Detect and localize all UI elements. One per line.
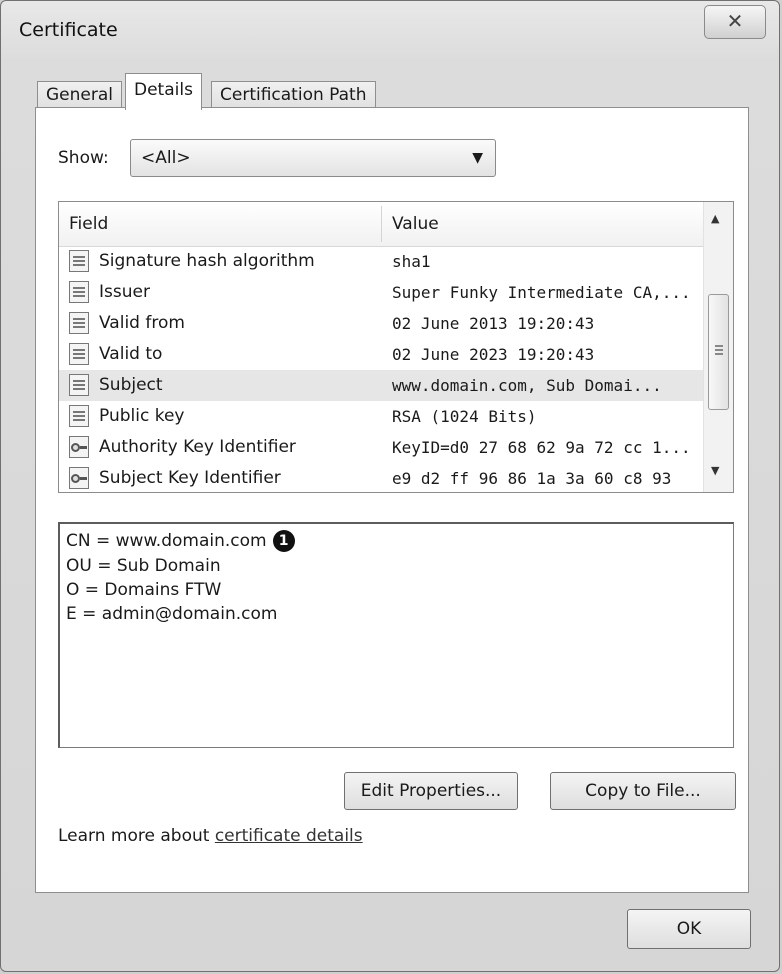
detail-line-text: CN = www.domain.com xyxy=(66,531,267,551)
close-icon: ✕ xyxy=(726,9,744,33)
list-row[interactable]: Public key RSA (1024 Bits) xyxy=(59,401,704,432)
row-field: Issuer xyxy=(99,282,150,302)
row-field: Public key xyxy=(99,406,185,426)
row-value: www.domain.com, Sub Domai... xyxy=(392,376,662,395)
row-value: Super Funky Intermediate CA,... xyxy=(392,283,691,302)
row-field: Valid from xyxy=(99,313,185,333)
certificate-field-icon xyxy=(69,281,89,303)
certificate-field-icon xyxy=(69,405,89,427)
list-row[interactable]: Signature hash algorithm sha1 xyxy=(59,246,704,277)
tab-general[interactable]: General xyxy=(37,81,122,109)
row-field: Subject xyxy=(99,375,163,395)
row-value: 02 June 2013 19:20:43 xyxy=(392,314,595,333)
scroll-up-icon[interactable]: ▲ xyxy=(711,212,719,225)
tab-certification-path[interactable]: Certification Path xyxy=(211,81,376,109)
ok-button[interactable]: OK xyxy=(627,909,751,949)
window-title: Certificate xyxy=(19,19,118,41)
certificate-field-icon xyxy=(69,312,89,334)
list-row[interactable]: Issuer Super Funky Intermediate CA,... xyxy=(59,277,704,308)
detail-line: CN = www.domain.com 1 xyxy=(66,530,295,552)
show-dropdown[interactable]: <All> ▼ xyxy=(130,139,496,177)
show-label: Show: xyxy=(58,148,109,168)
key-identifier-icon xyxy=(69,467,89,489)
detail-line: E = admin@domain.com xyxy=(66,604,278,624)
list-header: Field Value xyxy=(59,202,704,247)
column-divider[interactable] xyxy=(381,206,382,242)
list-row-selected[interactable]: Subject www.domain.com, Sub Domai... xyxy=(59,370,704,401)
details-panel: Show: <All> ▼ Field Value Signature hash… xyxy=(35,107,749,893)
copy-to-file-button[interactable]: Copy to File... xyxy=(550,772,736,810)
certificate-field-icon xyxy=(69,250,89,272)
scroll-thumb[interactable] xyxy=(708,294,729,410)
fields-listbox[interactable]: Field Value Signature hash algorithm sha… xyxy=(58,201,734,493)
row-field: Valid to xyxy=(99,344,163,364)
edit-properties-button[interactable]: Edit Properties... xyxy=(344,772,518,810)
list-row[interactable]: Subject Key Identifier e9 d2 ff 96 86 1a… xyxy=(59,463,704,492)
vertical-scrollbar[interactable]: ▲ ▼ xyxy=(703,202,733,492)
row-field: Authority Key Identifier xyxy=(99,437,296,457)
certificate-field-icon xyxy=(69,343,89,365)
column-header-field[interactable]: Field xyxy=(69,214,108,234)
row-value: RSA (1024 Bits) xyxy=(392,407,537,426)
grip-icon xyxy=(715,345,723,347)
certificate-details-link[interactable]: certificate details xyxy=(215,826,363,846)
row-value: sha1 xyxy=(392,252,431,271)
callout-marker: 1 xyxy=(272,530,295,552)
tab-details[interactable]: Details xyxy=(125,73,202,110)
key-identifier-icon xyxy=(69,436,89,458)
certificate-field-icon xyxy=(69,374,89,396)
close-button[interactable]: ✕ xyxy=(704,5,766,39)
detail-line: O = Domains FTW xyxy=(66,580,222,600)
detail-line: OU = Sub Domain xyxy=(66,556,221,576)
row-value: 02 June 2023 19:20:43 xyxy=(392,345,595,364)
list-row[interactable]: Valid from 02 June 2013 19:20:43 xyxy=(59,308,704,339)
column-header-value[interactable]: Value xyxy=(392,214,439,234)
chevron-down-icon: ▼ xyxy=(472,150,483,166)
scroll-down-icon[interactable]: ▼ xyxy=(711,464,719,477)
row-value: e9 d2 ff 96 86 1a 3a 60 c8 93 xyxy=(392,469,672,488)
list-row[interactable]: Valid to 02 June 2023 19:20:43 xyxy=(59,339,704,370)
row-field: Signature hash algorithm xyxy=(99,251,315,271)
learn-more-label: Learn more about xyxy=(58,826,215,846)
row-field: Subject Key Identifier xyxy=(99,468,281,488)
learn-more-text: Learn more about certificate details xyxy=(58,826,363,846)
row-value: KeyID=d0 27 68 62 9a 72 cc 1... xyxy=(392,438,691,457)
list-row[interactable]: Authority Key Identifier KeyID=d0 27 68 … xyxy=(59,432,704,463)
show-dropdown-value: <All> xyxy=(141,148,191,168)
certificate-dialog: Certificate ✕ General Details Certificat… xyxy=(0,0,780,972)
field-detail-textbox[interactable]: CN = www.domain.com 1 OU = Sub Domain O =… xyxy=(58,522,734,748)
